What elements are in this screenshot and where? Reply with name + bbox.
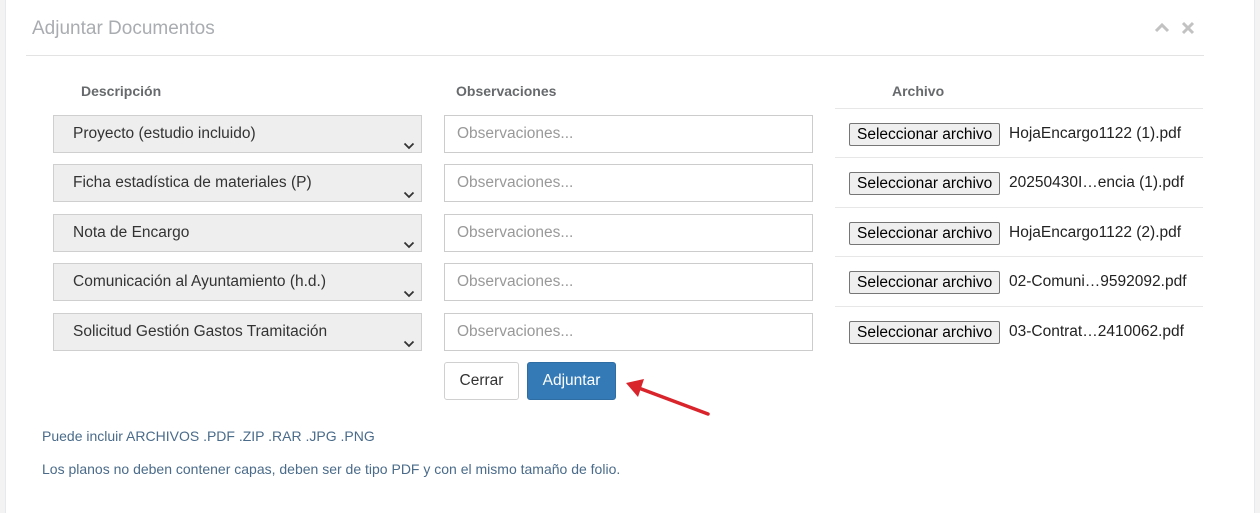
descripcion-value: Ficha estadística de materiales (P) xyxy=(73,174,312,191)
cerrar-button[interactable]: Cerrar xyxy=(444,362,519,400)
descripcion-value: Comunicación al Ayuntamiento (h.d.) xyxy=(73,273,327,290)
panel-header: Adjuntar Documentos xyxy=(26,0,1204,56)
red-arrow-icon xyxy=(618,375,718,425)
observaciones-input[interactable]: Observaciones... xyxy=(444,115,813,153)
chevron-down-icon xyxy=(403,277,415,300)
descripcion-select[interactable]: Ficha estadística de materiales (P) xyxy=(53,164,422,202)
select-file-button[interactable]: Seleccionar archivo xyxy=(849,172,1001,195)
planos-note: Los planos no deben contener capas, debe… xyxy=(42,461,621,477)
descripcion-value: Proyecto (estudio incluido) xyxy=(73,125,256,142)
chevron-down-icon xyxy=(403,228,415,251)
file-name: HojaEncargo1122 (2).pdf xyxy=(1009,224,1182,241)
adjuntar-button[interactable]: Adjuntar xyxy=(527,362,616,400)
observaciones-input[interactable]: Observaciones... xyxy=(444,164,813,202)
close-icon[interactable] xyxy=(1180,20,1196,36)
descripcion-select[interactable]: Solicitud Gestión Gastos Tramitación xyxy=(53,313,422,351)
select-file-button[interactable]: Seleccionar archivo xyxy=(849,271,1001,294)
formats-note: Puede incluir ARCHIVOS .PDF .ZIP .RAR .J… xyxy=(42,428,375,444)
select-file-button[interactable]: Seleccionar archivo xyxy=(849,123,1001,146)
chevron-up-icon[interactable] xyxy=(1154,20,1170,36)
select-file-button[interactable]: Seleccionar archivo xyxy=(849,222,1001,245)
panel-title: Adjuntar Documentos xyxy=(32,18,215,39)
archivo-cell: Seleccionar archivo 03-Contrat…2410062.p… xyxy=(835,306,1203,356)
select-file-button[interactable]: Seleccionar archivo xyxy=(849,321,1001,344)
column-header-archivo: Archivo xyxy=(892,83,945,99)
descripcion-select[interactable]: Comunicación al Ayuntamiento (h.d.) xyxy=(53,263,422,301)
observaciones-input[interactable]: Observaciones... xyxy=(444,214,813,252)
chevron-down-icon xyxy=(403,327,415,350)
archivo-cell: Seleccionar archivo HojaEncargo1122 (1).… xyxy=(835,108,1203,158)
observaciones-input[interactable]: Observaciones... xyxy=(444,263,813,301)
archivo-cell: Seleccionar archivo HojaEncargo1122 (2).… xyxy=(835,207,1203,257)
descripcion-select[interactable]: Proyecto (estudio incluido) xyxy=(53,115,422,153)
chevron-down-icon xyxy=(403,129,415,152)
descripcion-value: Nota de Encargo xyxy=(73,224,190,241)
descripcion-value: Solicitud Gestión Gastos Tramitación xyxy=(73,323,328,340)
document-row: Solicitud Gestión Gastos Tramitación Obs… xyxy=(6,306,1254,363)
file-name: 02-Comuni…9592092.pdf xyxy=(1009,273,1187,290)
observaciones-input[interactable]: Observaciones... xyxy=(444,313,813,351)
chevron-down-icon xyxy=(403,178,415,201)
archivo-cell: Seleccionar archivo 02-Comuni…9592092.pd… xyxy=(835,256,1203,306)
descripcion-select[interactable]: Nota de Encargo xyxy=(53,214,422,252)
column-header-descripcion: Descripción xyxy=(81,83,162,99)
adjuntar-documentos-panel: Adjuntar Documentos Descripción Observac… xyxy=(5,0,1255,513)
archivo-cell: Seleccionar archivo 20250430I…encia (1).… xyxy=(835,157,1203,207)
file-name: 20250430I…encia (1).pdf xyxy=(1009,174,1184,191)
file-name: 03-Contrat…2410062.pdf xyxy=(1009,323,1184,340)
file-name: HojaEncargo1122 (1).pdf xyxy=(1009,125,1182,142)
panel-tools xyxy=(1154,20,1196,36)
column-header-observaciones: Observaciones xyxy=(456,83,557,99)
